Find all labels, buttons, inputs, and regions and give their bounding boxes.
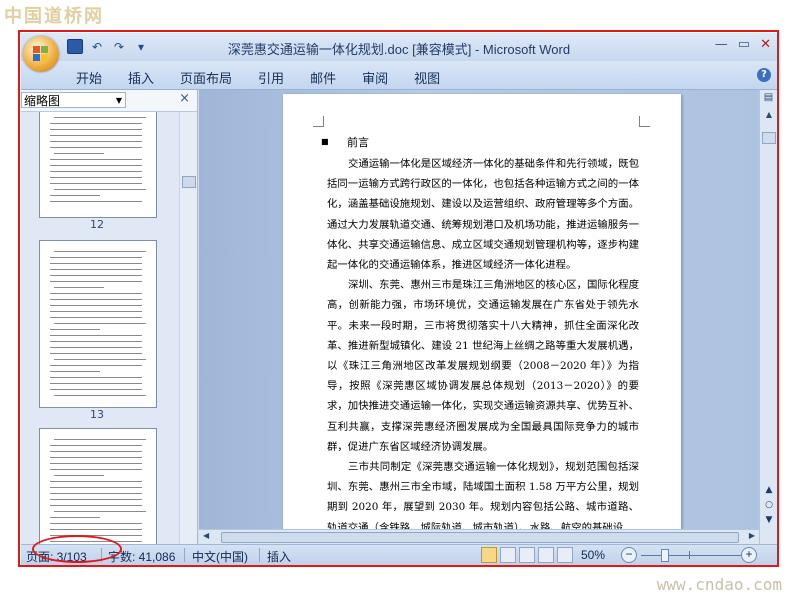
page-count-callout [32, 535, 122, 563]
watermark-bottom: www.cndao.com [656, 575, 782, 594]
watermark-top: 中国道桥网 [4, 6, 104, 27]
office-button[interactable] [23, 36, 59, 72]
office-logo-icon [33, 46, 49, 62]
highlight-frame [18, 30, 779, 567]
